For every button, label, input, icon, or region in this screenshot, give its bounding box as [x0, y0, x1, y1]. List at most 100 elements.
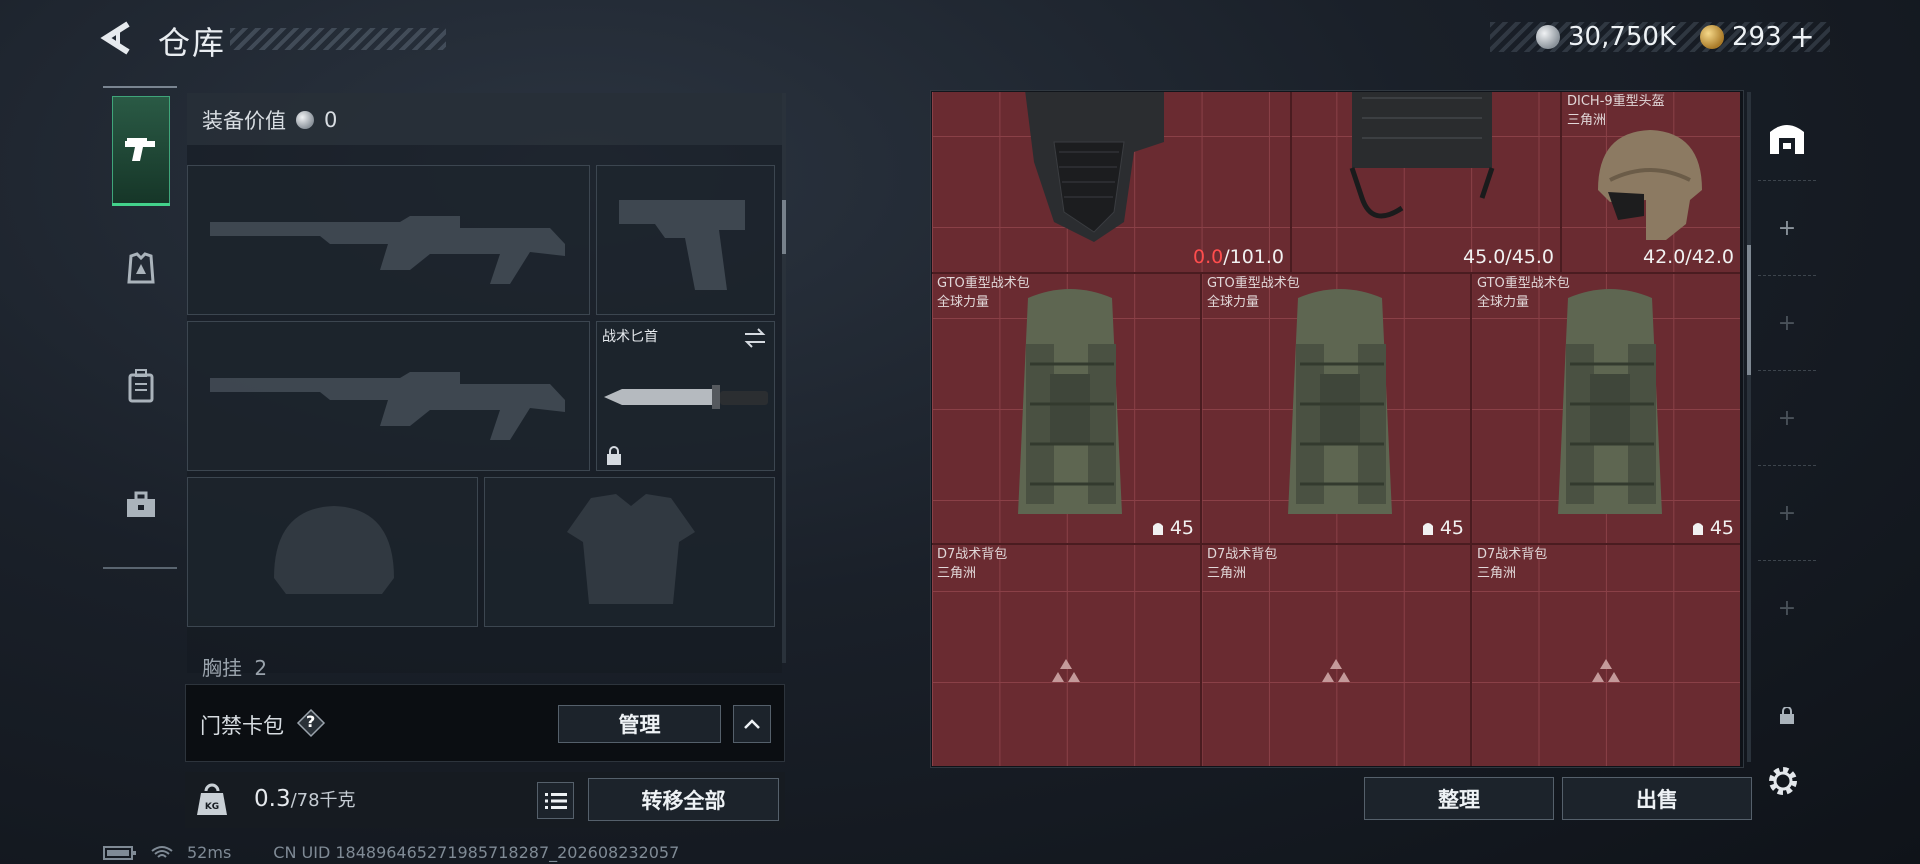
- durability-readout: 45.0/45.0: [1462, 246, 1554, 268]
- swap-icon[interactable]: [743, 328, 767, 348]
- backpack-icon: [128, 369, 154, 403]
- tab-backpack[interactable]: [112, 357, 170, 415]
- chest-rig-count: 2: [254, 656, 268, 680]
- storage-item-d7-backpack-3[interactable]: D7战术背包 三角洲: [1472, 545, 1740, 766]
- capacity-readout: 45: [1150, 517, 1194, 539]
- silver-coin-icon: [296, 111, 314, 129]
- wifi-icon: [151, 845, 173, 858]
- item-name: DICH-9重型头盔: [1567, 94, 1665, 109]
- armor-icon: [127, 252, 155, 284]
- durability-readout: 0.0/101.0: [1192, 246, 1284, 268]
- silver-coin-icon: [1536, 25, 1560, 49]
- capacity-icon: [1692, 523, 1703, 535]
- capacity-readout: 45: [1420, 517, 1464, 539]
- silver-amount: 30,750K: [1568, 22, 1677, 52]
- item-faction: 全球力量: [1477, 295, 1530, 310]
- item-faction: 三角洲: [937, 566, 977, 581]
- keycard-bag-label: 门禁卡包: [200, 714, 284, 738]
- warehouse-icon: [1770, 125, 1804, 154]
- settings-icon[interactable]: [1766, 764, 1800, 798]
- storage-item-armor-1[interactable]: 0.0/101.0: [932, 92, 1290, 272]
- silver-currency: 30,750K: [1536, 20, 1676, 54]
- capacity-icon: [1422, 523, 1433, 535]
- equipment-value: 装备价值 0: [202, 105, 337, 135]
- helmet-icon: [1598, 130, 1702, 240]
- melee-slot[interactable]: 战术匕首: [596, 321, 775, 471]
- storage-item-d7-backpack-1[interactable]: D7战术背包 三角洲: [932, 545, 1200, 766]
- weight-current: 0.3: [254, 786, 291, 812]
- helmet-silhouette-icon: [274, 506, 394, 594]
- transfer-all-button[interactable]: 转移全部: [588, 778, 779, 821]
- storage-page-column: + + + + +: [1758, 90, 1816, 780]
- storage-item-d7-backpack-2[interactable]: D7战术背包 三角洲: [1202, 545, 1470, 766]
- list-icon: [544, 792, 567, 809]
- battery-icon: [103, 845, 136, 860]
- storage-item-backpack-2[interactable]: GTO重型战术包 全球力量 45: [1202, 274, 1470, 543]
- triangle-logo-icon: [1052, 659, 1080, 682]
- storage-item-armor-2[interactable]: 45.0/45.0: [1292, 92, 1560, 272]
- equipment-scroll-thumb[interactable]: [782, 200, 786, 254]
- storage-page-tab-active[interactable]: [1767, 118, 1807, 158]
- add-storage-page-button[interactable]: +: [1758, 465, 1816, 560]
- plus-icon: +: [1777, 595, 1797, 621]
- primary-weapon-slot-2[interactable]: [187, 321, 590, 471]
- item-name: D7战术背包: [1207, 547, 1278, 562]
- storage-scroll-thumb[interactable]: [1747, 245, 1751, 375]
- sidearm-slot[interactable]: [596, 165, 775, 315]
- helmet-slot[interactable]: [187, 477, 478, 627]
- armor-icon: [1349, 92, 1495, 219]
- item-name: D7战术背包: [937, 547, 1008, 562]
- tab-rail-bottom: [103, 567, 177, 569]
- add-gold-icon[interactable]: +: [1790, 20, 1815, 55]
- chevron-up-icon: [744, 719, 760, 729]
- add-storage-page-button[interactable]: +: [1758, 560, 1816, 655]
- page-title: 仓库: [158, 24, 227, 62]
- item-faction: 三角洲: [1477, 566, 1517, 581]
- storage-item-helmet[interactable]: DICH-9重型头盔 三角洲 42.0/42.0: [1562, 92, 1740, 272]
- body-armor-slot[interactable]: [484, 477, 775, 627]
- expand-button[interactable]: [733, 705, 771, 743]
- add-storage-page-button[interactable]: +: [1758, 180, 1816, 275]
- manage-button[interactable]: 管理: [558, 705, 721, 743]
- backpack-icon: [1288, 289, 1392, 514]
- primary-weapon-slot-1[interactable]: [187, 165, 590, 315]
- tab-rail-top: [103, 86, 177, 88]
- uid-readout: CN UID 1848964652719857182​87_2026082320…: [273, 843, 680, 862]
- weight-max: /78千克: [290, 790, 356, 811]
- list-view-button[interactable]: [537, 782, 574, 819]
- item-faction: 全球力量: [937, 295, 990, 310]
- equipment-scrollbar[interactable]: [782, 93, 786, 663]
- help-icon[interactable]: ?: [296, 708, 326, 738]
- armor-icon: [1025, 92, 1164, 242]
- add-storage-page-button[interactable]: +: [1758, 275, 1816, 370]
- equipment-value-label: 装备价值: [202, 109, 286, 133]
- pistol-icon: [125, 138, 155, 161]
- rifle-silhouette-icon: [210, 372, 565, 440]
- storage-item-backpack-1[interactable]: GTO重型战术包 全球力量 45: [932, 274, 1200, 543]
- storage-item-backpack-3[interactable]: GTO重型战术包 全球力量 45: [1472, 274, 1740, 543]
- ping-readout: 52ms: [187, 843, 232, 862]
- toolbox-icon: [127, 491, 155, 517]
- svg-text:KG: KG: [205, 802, 219, 812]
- lock-icon: [1779, 706, 1795, 725]
- organize-button[interactable]: 整理: [1364, 777, 1554, 820]
- pistol-silhouette-icon: [619, 200, 745, 290]
- capacity-icon: [1152, 523, 1163, 535]
- gold-currency[interactable]: 293 +: [1700, 20, 1815, 55]
- plus-icon: +: [1777, 215, 1797, 241]
- storage-scrollbar[interactable]: [1747, 92, 1751, 762]
- lock-icon: [607, 446, 621, 465]
- chest-rig-label: 胸挂 2: [202, 656, 268, 680]
- tab-toolbox[interactable]: [112, 476, 170, 534]
- plus-icon: +: [1777, 500, 1797, 526]
- add-storage-page-button[interactable]: +: [1758, 370, 1816, 465]
- back-icon[interactable]: [100, 20, 136, 56]
- help-icon-glyph: ?: [306, 712, 316, 731]
- kg-weight-icon: KG: [195, 783, 229, 817]
- tab-armor[interactable]: [112, 240, 170, 298]
- armor-silhouette-icon: [567, 494, 695, 604]
- tab-weapons[interactable]: [112, 96, 170, 206]
- plus-icon: +: [1777, 405, 1797, 431]
- sell-button[interactable]: 出售: [1562, 777, 1752, 820]
- triangle-logo-icon: [1592, 659, 1620, 682]
